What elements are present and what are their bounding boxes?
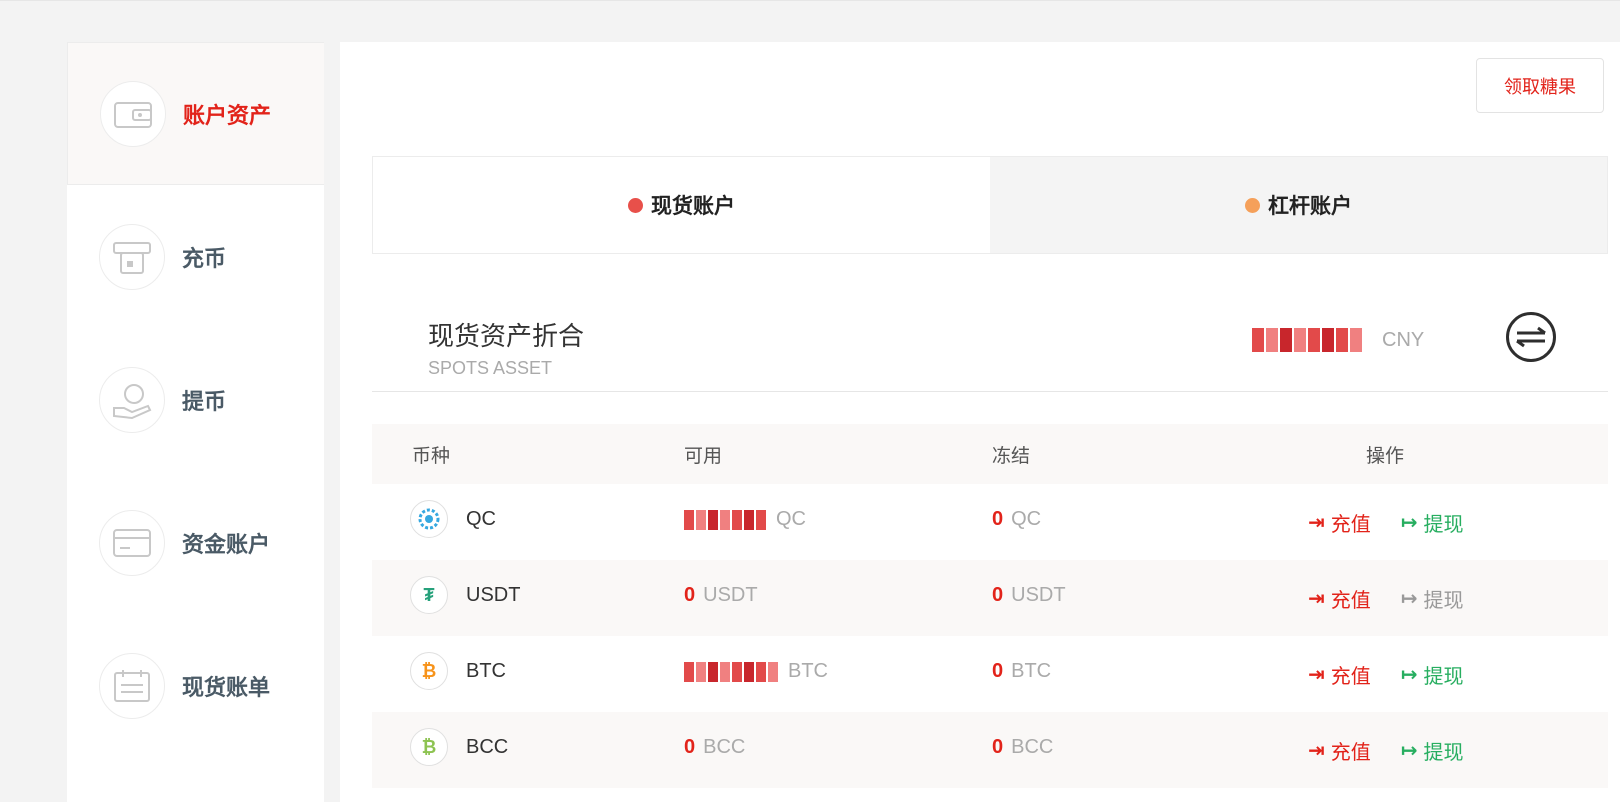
hand-coin-icon <box>99 366 165 433</box>
available-cell: BTC <box>684 660 828 683</box>
tab-spot-account[interactable]: 现货账户 <box>373 157 990 253</box>
summary-subtitle: SPOTS ASSET <box>428 358 553 378</box>
coin-name: BTC <box>466 660 506 682</box>
swap-icon[interactable] <box>1506 312 1556 362</box>
deposit-button[interactable]: ⇥ 充值 <box>1308 508 1371 537</box>
usdt-coin-icon: ₮ <box>410 576 448 614</box>
sidebar-item-label: 充币 <box>182 245 227 271</box>
deposit-icon: ⇥ <box>1308 664 1325 686</box>
withdraw-button[interactable]: ↦ 提现 <box>1401 736 1464 765</box>
main-panel: 领取糖果 现货账户 杠杆账户 现货资产折合 SPOTS ASSET CNY 币种… <box>340 42 1620 802</box>
deposit-button[interactable]: ⇥ 充值 <box>1308 584 1371 613</box>
row-operations: ⇥ 充值 ↦ 提现 <box>1308 660 1464 689</box>
frozen-cell: 0 BTC <box>992 660 1052 682</box>
tab-dot <box>628 197 643 213</box>
withdraw-button[interactable]: ↦ 提现 <box>1401 584 1464 613</box>
asset-summary: 现货资产折合 SPOTS ASSET CNY <box>372 302 1608 392</box>
account-tabs: 现货账户 杠杆账户 <box>372 156 1608 254</box>
row-operations: ⇥ 充值 ↦ 提现 <box>1308 508 1464 537</box>
sidebar: 账户资产 充币 提币 资金账户 现货账单 <box>67 42 324 802</box>
table-row: ₿ BTC BTC 0 BTC ⇥ 充值 ↦ 提现 <box>372 636 1608 712</box>
frozen-cell: 0 USDT <box>992 584 1066 606</box>
header-frozen: 冻结 <box>992 445 1031 467</box>
sidebar-item-deposit[interactable]: 充币 <box>67 185 324 328</box>
deposit-icon: ⇥ <box>1308 512 1325 534</box>
withdraw-icon: ↦ <box>1400 740 1418 762</box>
sidebar-item-withdraw[interactable]: 提币 <box>67 328 324 471</box>
table-header: 币种 可用 冻结 操作 <box>372 424 1608 484</box>
available-cell: 0 USDT <box>684 584 758 606</box>
coin-name: USDT <box>466 584 521 606</box>
sidebar-item-account-assets[interactable]: 账户资产 <box>67 42 324 185</box>
deposit-icon: ⇥ <box>1308 740 1325 762</box>
tab-dot <box>1245 197 1260 213</box>
wallet-icon <box>100 80 166 147</box>
bill-icon <box>99 652 165 719</box>
masked-value <box>684 509 766 530</box>
sidebar-item-funds-account[interactable]: 资金账户 <box>67 471 324 614</box>
qc-coin-icon <box>410 500 448 538</box>
tab-margin-account[interactable]: 杠杆账户 <box>990 157 1607 253</box>
atm-icon <box>99 223 165 290</box>
btc-coin-icon: ₿ <box>410 652 448 690</box>
sidebar-item-spot-bill[interactable]: 现货账单 <box>67 614 324 757</box>
bcc-coin-icon: ₿ <box>410 728 448 766</box>
top-bar <box>0 0 1620 41</box>
withdraw-icon: ↦ <box>1400 512 1418 534</box>
claim-candy-button[interactable]: 领取糖果 <box>1476 58 1604 113</box>
sidebar-item-label: 资金账户 <box>182 531 271 557</box>
deposit-icon: ⇥ <box>1308 588 1325 610</box>
withdraw-button[interactable]: ↦ 提现 <box>1401 508 1464 537</box>
deposit-button[interactable]: ⇥ 充值 <box>1308 660 1371 689</box>
withdraw-icon: ↦ <box>1400 588 1418 610</box>
available-cell: 0 BCC <box>684 736 746 758</box>
available-cell: QC <box>684 508 806 531</box>
header-coin: 币种 <box>412 445 451 467</box>
row-operations: ⇥ 充值 ↦ 提现 <box>1308 584 1464 613</box>
sidebar-item-label: 账户资产 <box>183 102 272 128</box>
header-operations: 操作 <box>1366 445 1405 467</box>
coin-name: BCC <box>466 736 509 758</box>
sidebar-item-label: 提币 <box>182 388 227 414</box>
withdraw-icon: ↦ <box>1400 664 1418 686</box>
row-operations: ⇥ 充值 ↦ 提现 <box>1308 736 1464 765</box>
table-row: ₮ USDT 0 USDT 0 USDT ⇥ 充值 ↦ 提现 <box>372 560 1608 636</box>
summary-title: 现货资产折合 <box>428 321 585 351</box>
masked-value <box>684 661 778 682</box>
withdraw-button[interactable]: ↦ 提现 <box>1401 660 1464 689</box>
frozen-cell: 0 QC <box>992 508 1042 530</box>
table-row: QC QC 0 QC ⇥ 充值 ↦ 提现 <box>372 484 1608 560</box>
deposit-button[interactable]: ⇥ 充值 <box>1308 736 1371 765</box>
masked-value <box>1252 328 1362 352</box>
card-icon <box>99 509 165 576</box>
summary-value: CNY <box>1252 328 1424 352</box>
frozen-cell: 0 BCC <box>992 736 1054 758</box>
header-available: 可用 <box>684 445 723 467</box>
table-row: ₿ BCC 0 BCC 0 BCC ⇥ 充值 ↦ 提现 <box>372 712 1608 788</box>
tab-label: 现货账户 <box>651 195 735 218</box>
tab-label: 杠杆账户 <box>1268 195 1352 218</box>
sidebar-item-label: 现货账单 <box>182 674 271 700</box>
summary-unit: CNY <box>1382 329 1425 351</box>
coin-name: QC <box>466 508 496 530</box>
